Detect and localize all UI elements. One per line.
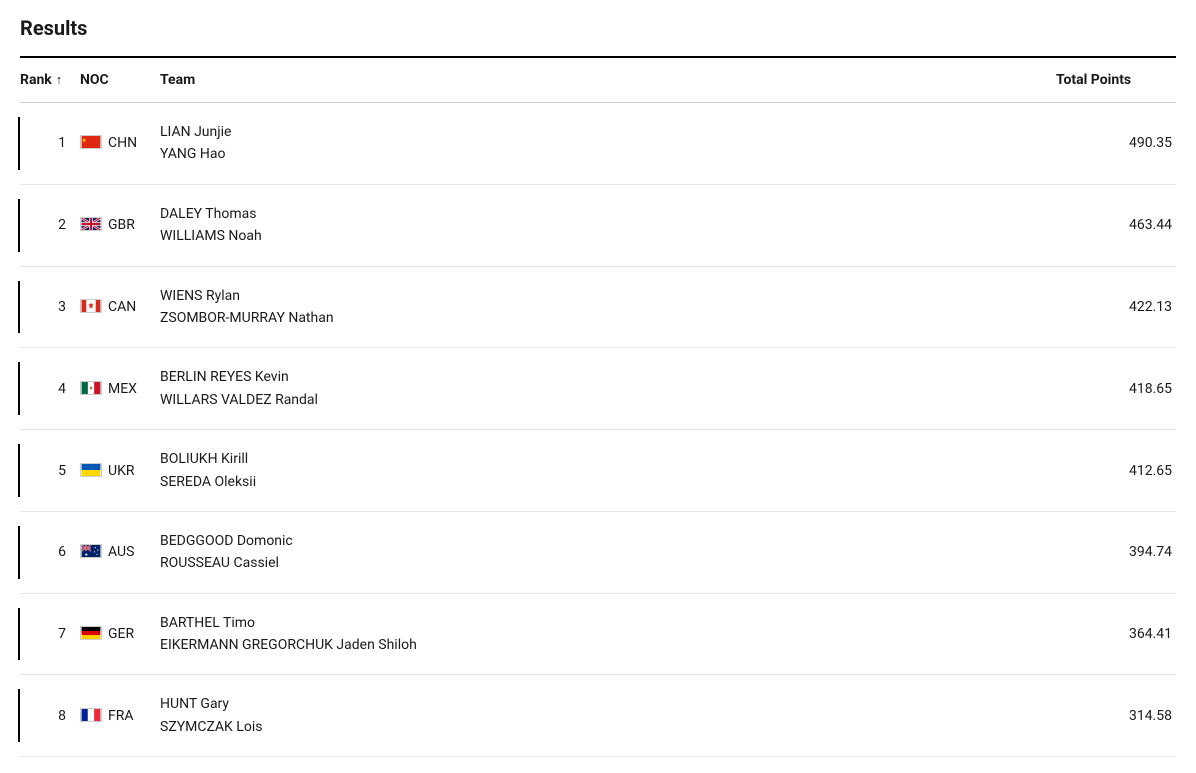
- rank-cell: 7: [20, 593, 80, 675]
- flag-icon: [80, 544, 102, 558]
- athlete-name: WILLARS VALDEZ Randal: [160, 389, 698, 411]
- team-cell: DALEY ThomasWILLIAMS Noah: [160, 184, 706, 266]
- noc-code: FRA: [108, 708, 134, 724]
- flag-icon: [80, 626, 102, 640]
- athlete-name: SZYMCZAK Lois: [160, 716, 698, 738]
- points-cell: 412.65: [1056, 430, 1176, 512]
- results-body: 1 CHN LIAN JunjieYANG Hao 490.35 2 GBR DALEY T…: [20, 103, 1176, 757]
- noc-code: UKR: [108, 463, 135, 479]
- athlete-name: WILLIAMS Noah: [160, 225, 698, 247]
- results-table: Rank ↑ NOC Team Total Points 1 CHN LIAN Jun…: [20, 56, 1176, 757]
- points-cell: 463.44: [1056, 184, 1176, 266]
- points-cell: 394.74: [1056, 511, 1176, 593]
- col-header-rank-label: Rank: [20, 72, 52, 88]
- spacer-cell: [706, 103, 1056, 185]
- noc-cell: AUS: [80, 511, 160, 593]
- flag-icon: [80, 708, 102, 722]
- table-row[interactable]: 6 AUS BEDGGOOD DomonicROUSSEAU Cassiel 394.…: [20, 511, 1176, 593]
- noc-code: AUS: [108, 544, 134, 560]
- noc-code: CAN: [108, 299, 136, 315]
- noc-code: CHN: [108, 135, 137, 151]
- col-header-rank[interactable]: Rank ↑: [20, 57, 80, 103]
- points-cell: 314.58: [1056, 675, 1176, 757]
- table-row[interactable]: 8 FRA HUNT GarySZYMCZAK Lois 314.58: [20, 675, 1176, 757]
- athlete-name: WIENS Rylan: [160, 285, 698, 307]
- spacer-cell: [706, 184, 1056, 266]
- flag-icon: [80, 463, 102, 477]
- rank-cell: 5: [20, 430, 80, 512]
- team-cell: BEDGGOOD DomonicROUSSEAU Cassiel: [160, 511, 706, 593]
- athlete-name: EIKERMANN GREGORCHUK Jaden Shiloh: [160, 634, 698, 656]
- rank-cell: 2: [20, 184, 80, 266]
- athlete-name: HUNT Gary: [160, 693, 698, 715]
- points-cell: 364.41: [1056, 593, 1176, 675]
- noc-cell: UKR: [80, 430, 160, 512]
- page-title: Results: [20, 16, 1176, 40]
- col-header-team[interactable]: Team: [160, 57, 706, 103]
- points-cell: 490.35: [1056, 103, 1176, 185]
- spacer-cell: [706, 511, 1056, 593]
- noc-cell: MEX: [80, 348, 160, 430]
- spacer-cell: [706, 348, 1056, 430]
- table-row[interactable]: 2 GBR DALEY ThomasWILLIAMS Noah 463.44: [20, 184, 1176, 266]
- rank-cell: 3: [20, 266, 80, 348]
- team-cell: WIENS RylanZSOMBOR-MURRAY Nathan: [160, 266, 706, 348]
- points-cell: 418.65: [1056, 348, 1176, 430]
- athlete-name: LIAN Junjie: [160, 121, 698, 143]
- noc-cell: FRA: [80, 675, 160, 757]
- flag-icon: [80, 381, 102, 395]
- team-cell: LIAN JunjieYANG Hao: [160, 103, 706, 185]
- spacer-cell: [706, 266, 1056, 348]
- noc-cell: CAN: [80, 266, 160, 348]
- table-row[interactable]: 4 MEX BERLIN REYES KevinWILLARS VALDEZ Ran…: [20, 348, 1176, 430]
- rank-cell: 4: [20, 348, 80, 430]
- athlete-name: SEREDA Oleksii: [160, 471, 698, 493]
- col-header-spacer: [706, 57, 1056, 103]
- team-cell: BERLIN REYES KevinWILLARS VALDEZ Randal: [160, 348, 706, 430]
- table-row[interactable]: 5 UKR BOLIUKH KirillSEREDA Oleksii 412.65: [20, 430, 1176, 512]
- athlete-name: BERLIN REYES Kevin: [160, 366, 698, 388]
- table-row[interactable]: 3 CAN WIENS RylanZSOMBOR-MURRAY Nathan 422.…: [20, 266, 1176, 348]
- noc-code: GBR: [108, 217, 135, 233]
- table-row[interactable]: 7 GER BARTHEL TimoEIKERMANN GREGORCHUK Jad…: [20, 593, 1176, 675]
- rank-cell: 6: [20, 511, 80, 593]
- spacer-cell: [706, 430, 1056, 512]
- athlete-name: BEDGGOOD Domonic: [160, 530, 698, 552]
- athlete-name: ROUSSEAU Cassiel: [160, 552, 698, 574]
- flag-icon: [80, 135, 102, 149]
- flag-icon: [80, 217, 102, 231]
- noc-code: MEX: [108, 381, 137, 397]
- noc-cell: GBR: [80, 184, 160, 266]
- spacer-cell: [706, 675, 1056, 757]
- athlete-name: BARTHEL Timo: [160, 612, 698, 634]
- sort-asc-icon: ↑: [56, 73, 63, 88]
- athlete-name: BOLIUKH Kirill: [160, 448, 698, 470]
- flag-icon: [80, 299, 102, 313]
- table-row[interactable]: 1 CHN LIAN JunjieYANG Hao 490.35: [20, 103, 1176, 185]
- rank-cell: 1: [20, 103, 80, 185]
- athlete-name: DALEY Thomas: [160, 203, 698, 225]
- spacer-cell: [706, 593, 1056, 675]
- athlete-name: YANG Hao: [160, 143, 698, 165]
- noc-code: GER: [108, 626, 134, 642]
- col-header-points[interactable]: Total Points: [1056, 57, 1176, 103]
- col-header-noc[interactable]: NOC: [80, 57, 160, 103]
- noc-cell: GER: [80, 593, 160, 675]
- athlete-name: ZSOMBOR-MURRAY Nathan: [160, 307, 698, 329]
- team-cell: BOLIUKH KirillSEREDA Oleksii: [160, 430, 706, 512]
- team-cell: BARTHEL TimoEIKERMANN GREGORCHUK Jaden S…: [160, 593, 706, 675]
- team-cell: HUNT GarySZYMCZAK Lois: [160, 675, 706, 757]
- points-cell: 422.13: [1056, 266, 1176, 348]
- noc-cell: CHN: [80, 103, 160, 185]
- rank-cell: 8: [20, 675, 80, 757]
